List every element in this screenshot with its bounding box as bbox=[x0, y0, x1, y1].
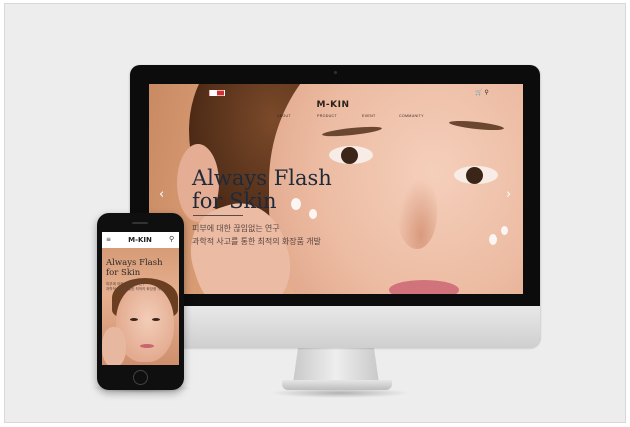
slider-dots bbox=[334, 287, 354, 294]
search-icon[interactable]: ⚲ bbox=[169, 235, 174, 243]
site-logo[interactable]: M-KIN bbox=[316, 100, 349, 110]
mobile-hero-hand bbox=[102, 327, 126, 365]
language-flag-icon[interactable] bbox=[209, 90, 225, 96]
hero-image-eye bbox=[454, 166, 498, 184]
camera-icon bbox=[334, 71, 337, 74]
chevron-left-icon[interactable]: ‹ bbox=[159, 187, 164, 202]
hero-divider bbox=[193, 215, 243, 216]
mobile-hero-subtitle-line: 과학적 사고를 통한 최적의 화장품 개발 bbox=[106, 287, 164, 291]
hero-image-nose bbox=[397, 179, 437, 249]
hero-title: Always Flash for Skin bbox=[192, 167, 342, 213]
main-nav: ABOUT PRODUCT EVENT COMMUNITY bbox=[149, 114, 523, 122]
cream-dot bbox=[501, 226, 508, 235]
hero-title-line: for Skin bbox=[192, 189, 277, 213]
nav-item-product[interactable]: PRODUCT bbox=[317, 114, 337, 118]
mobile-hero-lips bbox=[140, 344, 154, 348]
mobile-hero-eye bbox=[130, 318, 138, 321]
hero-title-line: Always Flash bbox=[192, 166, 332, 190]
hero-image-eye bbox=[329, 146, 373, 164]
mobile-hero-subtitle: 피부에 대한 끊임없는 연구 과학적 사고를 통한 최적의 화장품 개발 bbox=[106, 282, 176, 292]
search-icon[interactable]: ⚲ bbox=[484, 89, 488, 96]
home-button-icon bbox=[133, 370, 148, 385]
mobile-hero-title-line: for Skin bbox=[106, 268, 141, 278]
header-icons: 🛒 ⚲ bbox=[475, 89, 489, 96]
monitor-stand-base bbox=[282, 380, 392, 390]
hero-image-lips bbox=[389, 280, 459, 294]
mobile-logo[interactable]: M-KIN bbox=[128, 236, 152, 244]
mobile-hero-title: Always Flash for Skin bbox=[106, 258, 176, 278]
hero-subtitle: 피부에 대한 끊임없는 연구 과학적 사고를 통한 최적의 화장품 개발 bbox=[192, 222, 332, 248]
mobile-hero-title-line: Always Flash bbox=[106, 258, 163, 268]
mobile-screen: ≡ M-KIN ⚲ Always Flash for Skin 피부에 대한 끊… bbox=[102, 232, 179, 365]
mobile-hero-eye bbox=[152, 318, 160, 321]
phone-speaker bbox=[132, 222, 148, 224]
cream-dot bbox=[489, 234, 497, 245]
cart-icon[interactable]: 🛒 bbox=[475, 89, 482, 96]
hero-subtitle-line: 피부에 대한 끊임없는 연구 bbox=[192, 224, 280, 233]
nav-item-about[interactable]: ABOUT bbox=[277, 114, 291, 118]
desktop-screen: M-KIN 🛒 ⚲ ABOUT PRODUCT EVENT COMMUNITY … bbox=[149, 84, 523, 294]
apple-logo-icon bbox=[330, 316, 344, 334]
monitor-stand bbox=[293, 347, 379, 383]
menu-icon[interactable]: ≡ bbox=[106, 237, 113, 243]
hero-subtitle-line: 과학적 사고를 통한 최적의 화장품 개발 bbox=[192, 237, 321, 246]
nav-item-community[interactable]: COMMUNITY bbox=[399, 114, 424, 118]
chevron-right-icon[interactable]: › bbox=[506, 187, 511, 202]
nav-item-event[interactable]: EVENT bbox=[362, 114, 375, 118]
